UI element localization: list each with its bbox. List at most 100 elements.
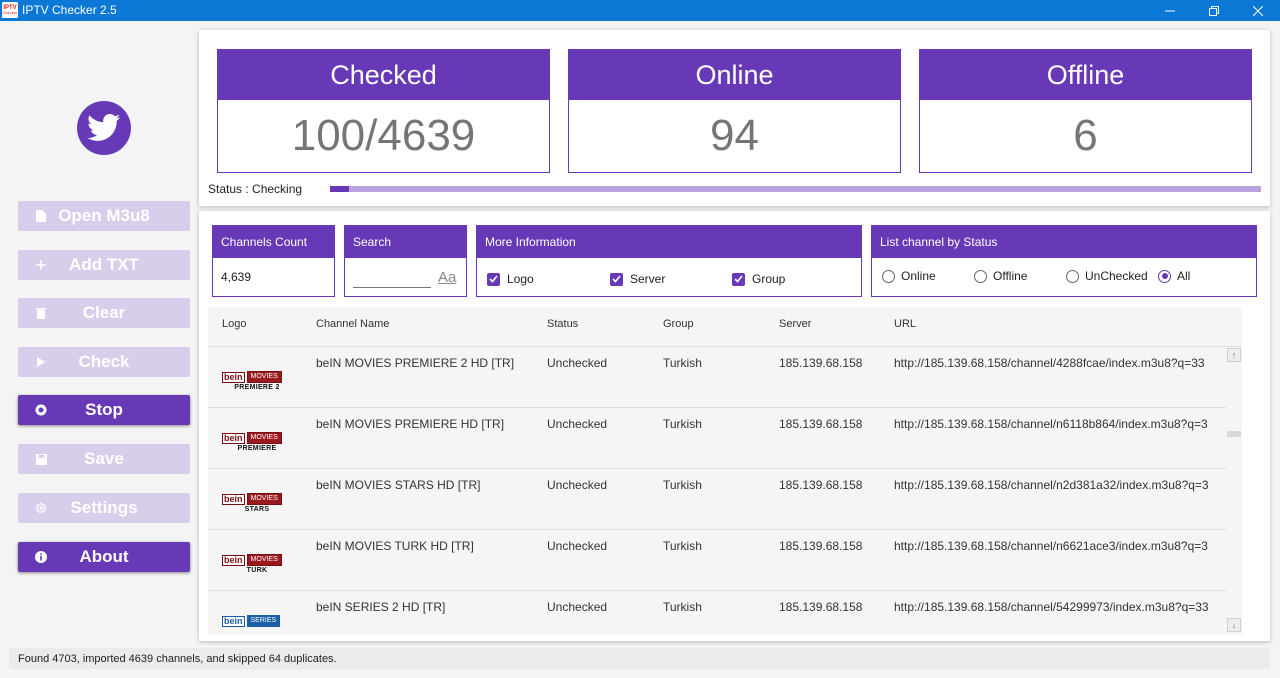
bein-logo-text: bein [222,371,245,383]
unchecked-radio[interactable]: UnChecked [1066,269,1148,283]
match-case-icon[interactable]: Aa [438,269,456,286]
status-cell: Unchecked [547,356,608,370]
server-cell: 185.139.68.158 [779,539,863,553]
logo-checkbox-label: Logo [507,272,534,286]
table-row[interactable]: bein SERIES beIN SERIES 2 HD [TR] Uncheck… [208,590,1242,635]
column-header-server[interactable]: Server [779,318,811,330]
bein-badge: SERIES [246,615,281,627]
channel-logo-subtitle: PREMIERE [237,445,277,452]
unchecked-radio-label: UnChecked [1085,269,1148,283]
restore-button[interactable] [1191,0,1237,21]
scroll-down-button[interactable]: ↓ [1227,618,1241,632]
twitter-bird-icon [87,114,121,141]
channel-name-cell: beIN MOVIES PREMIERE HD [TR] [316,417,505,431]
scroll-thumb[interactable] [1227,431,1241,437]
bein-logo-text: bein [222,432,245,444]
offline-stat-label: Offline [920,50,1251,100]
checkbox-checked-icon [610,272,623,286]
window-title: IPTV Checker 2.5 [22,3,117,17]
search-input[interactable] [353,268,431,288]
logo-checkbox[interactable]: Logo [487,272,534,286]
online-radio[interactable]: Online [882,269,936,283]
all-radio[interactable]: All [1158,269,1190,283]
more-information-box: More Information Logo Server Group [476,225,862,297]
table-row[interactable]: bein MOVIES STARS beIN MOVIES STARS HD [T… [208,468,1242,529]
online-stat-value: 94 [710,111,759,160]
table-row[interactable]: bein MOVIES PREMIERE beIN MOVIES PREMIERE… [208,407,1242,468]
group-cell: Turkish [663,539,702,553]
stop-label: Stop [85,400,123,419]
arrow-up-icon: ↑ [1231,350,1237,360]
column-header-status[interactable]: Status [547,318,578,330]
status-cell: Unchecked [547,600,608,614]
check-label: Check [78,352,130,371]
status-filter-title: List channel by Status [872,226,1256,258]
clear-label: Clear [82,303,126,322]
save-button[interactable]: Save [18,444,190,474]
file-icon [34,209,48,223]
settings-label: Settings [70,498,138,517]
column-header-channel-name[interactable]: Channel Name [316,318,389,330]
channels-table: Logo Channel Name Status Group Server UR… [208,307,1242,635]
group-cell: Turkish [663,417,702,431]
save-icon [34,452,48,466]
channel-name-cell: beIN MOVIES TURK HD [TR] [316,539,474,553]
server-cell: 185.139.68.158 [779,600,863,614]
offline-stat: Offline 6 [919,49,1252,173]
server-checkbox-label: Server [630,272,666,286]
close-button[interactable] [1235,0,1280,21]
online-radio-label: Online [901,269,936,283]
channel-logo-subtitle: PREMIERE 2 [234,384,280,391]
channel-name-cell: beIN MOVIES PREMIERE 2 HD [TR] [316,356,515,370]
open-m3u8-label: Open M3u8 [58,206,150,225]
play-icon [34,355,48,369]
group-checkbox[interactable]: Group [732,272,785,286]
save-label: Save [84,449,124,468]
checkbox-checked-icon [487,272,500,286]
column-header-logo[interactable]: Logo [222,318,246,330]
minimize-button[interactable] [1147,0,1193,21]
app-icon: IPTV Checker [2,2,18,18]
arrow-down-icon: ↓ [1231,620,1237,630]
table-header: Logo Channel Name Status Group Server UR… [208,307,1242,345]
channel-logo-subtitle: STARS [244,506,270,513]
server-cell: 185.139.68.158 [779,417,863,431]
bein-logo-text: bein [222,615,245,627]
table-scrollbar[interactable]: ↑ ↓ [1226,347,1242,634]
about-button[interactable]: About [18,542,190,572]
twitter-logo[interactable] [77,101,131,155]
offline-radio[interactable]: Offline [974,269,1027,283]
channel-logo: bein MOVIES TURK [222,554,292,580]
column-header-url[interactable]: URL [894,318,916,330]
clear-button[interactable]: Clear [18,298,190,328]
server-cell: 185.139.68.158 [779,478,863,492]
column-header-group[interactable]: Group [663,318,694,330]
open-m3u8-button[interactable]: Open M3u8 [18,201,190,231]
close-icon [1253,5,1263,16]
bein-logo-text: bein [222,554,245,566]
online-stat: Online 94 [568,49,901,173]
url-cell: http://185.139.68.158/channel/54299973/i… [894,600,1209,614]
url-cell: http://185.139.68.158/channel/n6118b864/… [894,417,1208,431]
bein-badge: MOVIES [246,371,282,383]
table-row[interactable]: bein MOVIES TURK beIN MOVIES TURK HD [TR]… [208,529,1242,590]
channels-count-box: Channels Count 4,639 [212,225,335,297]
plus-icon [34,258,48,272]
info-icon [34,550,48,564]
check-progress-bar [330,186,1261,192]
all-radio-label: All [1177,269,1191,283]
table-row[interactable]: bein MOVIES PREMIERE 2 beIN MOVIES PREMIE… [208,346,1242,407]
server-checkbox[interactable]: Server [610,272,665,286]
status-bar: Found 4703, imported 4639 channels, and … [9,648,1270,669]
scroll-up-button[interactable]: ↑ [1227,348,1241,362]
stop-button[interactable]: Stop [18,395,190,425]
bein-logo-text: bein [222,493,245,505]
check-button[interactable]: Check [18,347,190,377]
bein-badge: MOVIES [246,554,282,566]
group-cell: Turkish [663,356,702,370]
settings-button[interactable]: Settings [18,493,190,523]
server-cell: 185.139.68.158 [779,356,863,370]
add-txt-button[interactable]: Add TXT [18,250,190,280]
offline-radio-label: Offline [993,269,1028,283]
status-filter-box: List channel by Status Online Offline Un… [871,225,1257,297]
